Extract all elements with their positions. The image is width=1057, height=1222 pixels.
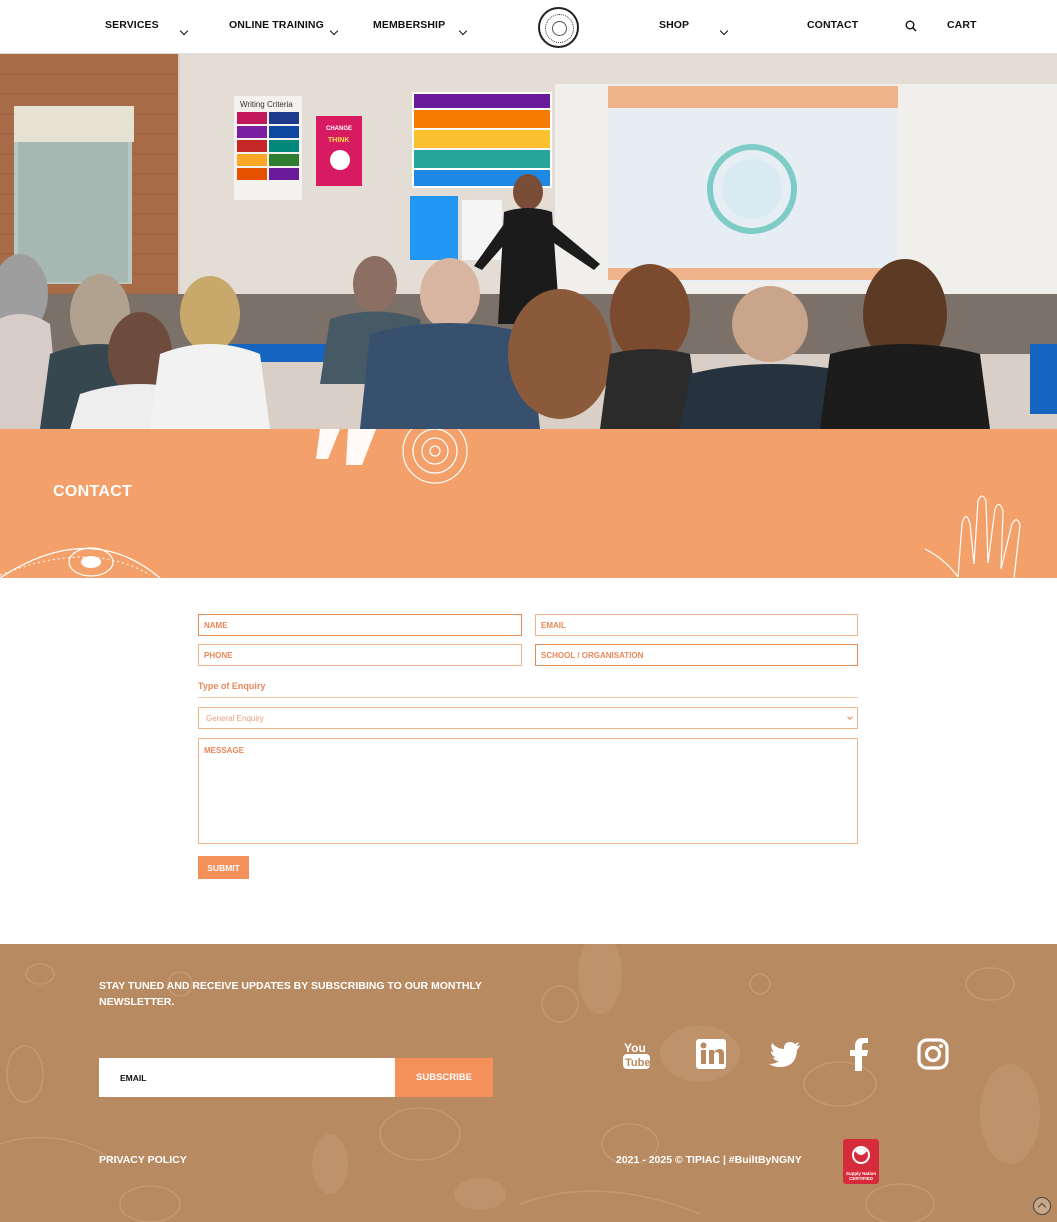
contact-banner: CONTACT bbox=[0, 429, 1057, 578]
submit-button[interactable]: SUBMIT bbox=[198, 856, 249, 879]
enquiry-selected-value: General Enquiry bbox=[206, 713, 264, 723]
enquiry-type-label: Type of Enquiry bbox=[198, 681, 266, 691]
supply-nation-logo-icon bbox=[852, 1146, 870, 1164]
nav-shop[interactable]: SHOP bbox=[659, 19, 689, 31]
subscribe-button[interactable]: SUBSCRIBE bbox=[395, 1058, 493, 1097]
copyright-text: 2021 - 2025 © TIPIAC | #BuiltByNGNY bbox=[616, 1154, 802, 1166]
nav-online-training[interactable]: ONLINE TRAINING bbox=[229, 19, 324, 31]
decorative-pattern bbox=[0, 429, 1021, 578]
hero-image: Writing Criteria CHANGE THINK bbox=[0, 54, 1057, 429]
shop-chevron-down-icon[interactable] bbox=[719, 21, 729, 39]
linkedin-icon[interactable] bbox=[694, 1037, 728, 1071]
privacy-policy-link[interactable]: PRIVACY POLICY bbox=[99, 1154, 187, 1166]
enquiry-type-select[interactable]: General Enquiry bbox=[198, 707, 858, 729]
online-training-chevron-down-icon[interactable] bbox=[329, 21, 339, 39]
services-chevron-down-icon[interactable] bbox=[179, 21, 189, 39]
newsletter-text: STAY TUNED AND RECEIVE UPDATES BY SUBSCR… bbox=[99, 980, 482, 1008]
enquiry-divider bbox=[198, 697, 858, 698]
poster-writing-criteria: Writing Criteria bbox=[240, 100, 293, 109]
message-field[interactable]: MESSAGE bbox=[198, 738, 858, 844]
scroll-to-top-icon[interactable] bbox=[1033, 1197, 1051, 1215]
classroom-photo: Writing Criteria CHANGE THINK bbox=[0, 54, 1057, 429]
membership-chevron-down-icon[interactable] bbox=[458, 21, 468, 39]
school-organisation-field[interactable]: SCHOOL / ORGANISATION bbox=[535, 644, 858, 666]
nav-online-training-label: ONLINE TRAINING bbox=[229, 19, 324, 31]
name-field[interactable]: NAME bbox=[198, 614, 522, 636]
nav-services[interactable]: SERVICES bbox=[105, 19, 159, 31]
facebook-icon[interactable] bbox=[842, 1037, 876, 1071]
poster-change: CHANGE bbox=[326, 126, 352, 132]
nav-membership[interactable]: MEMBERSHIP bbox=[373, 19, 445, 31]
site-logo[interactable] bbox=[538, 7, 579, 48]
nav-contact-label: CONTACT bbox=[807, 19, 859, 31]
nav-cart[interactable]: CART bbox=[947, 19, 977, 31]
top-navigation: SERVICES ONLINE TRAINING MEMBERSHIP SHOP… bbox=[0, 0, 1057, 54]
page-title: CONTACT bbox=[53, 483, 133, 500]
nav-cart-label: CART bbox=[947, 19, 977, 31]
nav-contact[interactable]: CONTACT bbox=[807, 19, 858, 31]
newsletter-email-input[interactable]: EMAIL bbox=[99, 1058, 395, 1097]
nav-services-label: SERVICES bbox=[105, 19, 159, 31]
nav-membership-label: MEMBERSHIP bbox=[373, 19, 446, 31]
poster-think: THINK bbox=[328, 137, 349, 144]
youtube-icon[interactable]: You Tube bbox=[620, 1037, 654, 1071]
phone-field[interactable]: PHONE bbox=[198, 644, 522, 666]
supply-nation-badge: Supply Nation CERTIFIED bbox=[843, 1139, 879, 1184]
email-field[interactable]: EMAIL bbox=[535, 614, 858, 636]
chevron-down-icon bbox=[847, 714, 853, 720]
nav-shop-label: SHOP bbox=[659, 19, 690, 31]
instagram-icon[interactable] bbox=[916, 1037, 950, 1071]
site-footer: STAY TUNED AND RECEIVE UPDATES BY SUBSCR… bbox=[0, 944, 1057, 1222]
svg-text:Tube: Tube bbox=[625, 1057, 650, 1069]
certified-text: CERTIFIED bbox=[849, 1176, 873, 1181]
search-icon[interactable] bbox=[905, 20, 917, 32]
svg-text:You: You bbox=[624, 1041, 646, 1055]
twitter-icon[interactable] bbox=[768, 1037, 802, 1071]
